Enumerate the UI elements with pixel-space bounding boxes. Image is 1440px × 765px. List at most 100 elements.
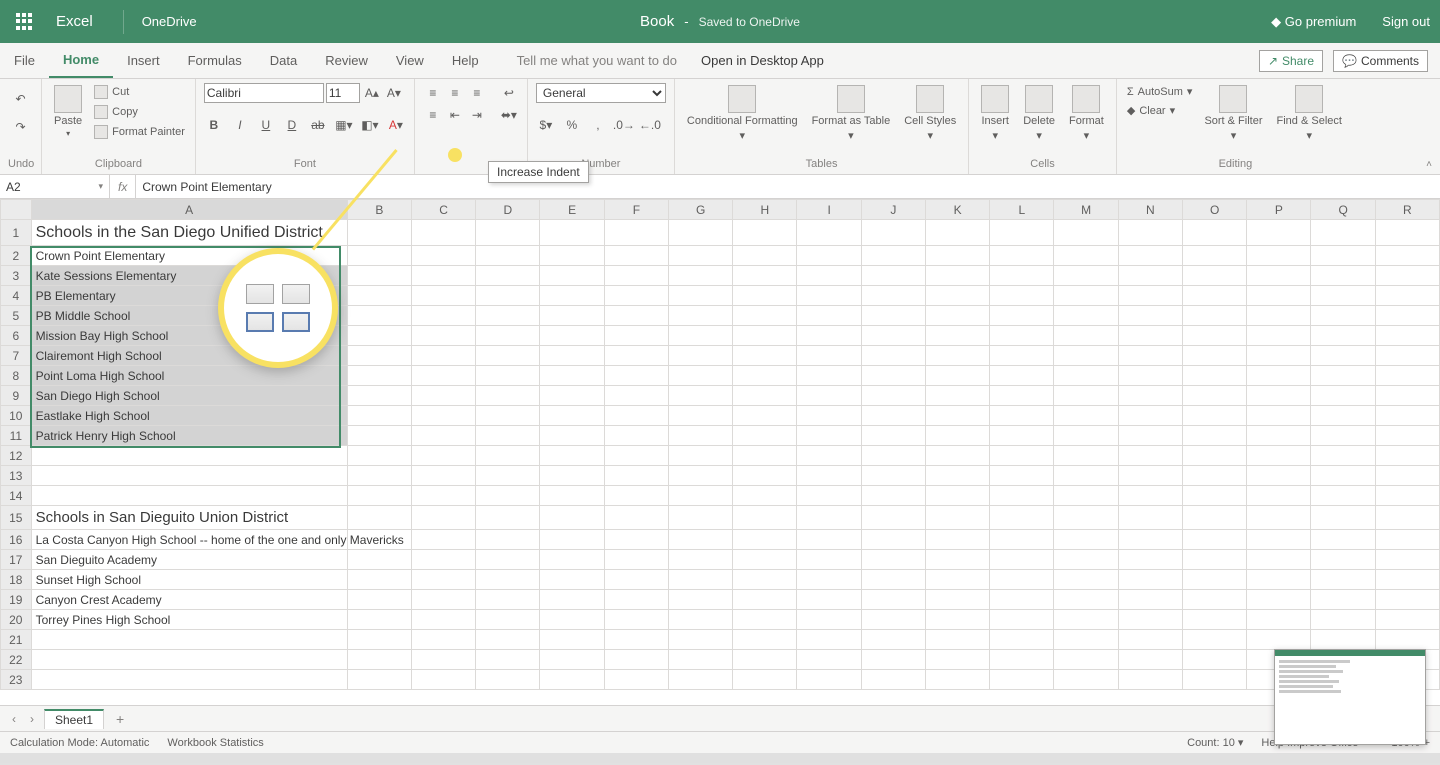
cell-F23[interactable] <box>604 670 668 690</box>
cell-Q21[interactable] <box>1311 630 1375 650</box>
cell-M20[interactable] <box>1054 610 1118 630</box>
cell-E3[interactable] <box>540 266 604 286</box>
cell-M17[interactable] <box>1054 550 1118 570</box>
cell-K6[interactable] <box>925 326 989 346</box>
cell-L5[interactable] <box>990 306 1054 326</box>
cell-K13[interactable] <box>925 466 989 486</box>
cell-K16[interactable] <box>925 530 989 550</box>
cell-J22[interactable] <box>861 650 925 670</box>
cell-N15[interactable] <box>1118 506 1182 530</box>
cell-O20[interactable] <box>1182 610 1246 630</box>
cell-H14[interactable] <box>733 486 797 506</box>
cell-F17[interactable] <box>604 550 668 570</box>
cell-B2[interactable] <box>347 246 411 266</box>
cell-H5[interactable] <box>733 306 797 326</box>
column-header-H[interactable]: H <box>733 200 797 220</box>
cell-J11[interactable] <box>861 426 925 446</box>
cell-R1[interactable] <box>1375 220 1439 246</box>
cell-O4[interactable] <box>1182 286 1246 306</box>
cell-G17[interactable] <box>668 550 732 570</box>
cell-D9[interactable] <box>476 386 540 406</box>
cell-P11[interactable] <box>1247 426 1311 446</box>
cell-D5[interactable] <box>476 306 540 326</box>
cell-B13[interactable] <box>347 466 411 486</box>
cell-Q18[interactable] <box>1311 570 1375 590</box>
sign-out-button[interactable]: Sign out <box>1382 14 1430 29</box>
cell-J23[interactable] <box>861 670 925 690</box>
cell-H7[interactable] <box>733 346 797 366</box>
cell-M5[interactable] <box>1054 306 1118 326</box>
cell-E19[interactable] <box>540 590 604 610</box>
cell-K21[interactable] <box>925 630 989 650</box>
add-sheet-button[interactable]: + <box>110 711 130 727</box>
select-all-corner[interactable] <box>1 200 32 220</box>
cell-D13[interactable] <box>476 466 540 486</box>
column-header-B[interactable]: B <box>347 200 411 220</box>
font-name-combo[interactable] <box>204 83 324 103</box>
cell-N17[interactable] <box>1118 550 1182 570</box>
cell-Q9[interactable] <box>1311 386 1375 406</box>
cell-M2[interactable] <box>1054 246 1118 266</box>
location-label[interactable]: OneDrive <box>123 10 197 34</box>
cell-P4[interactable] <box>1247 286 1311 306</box>
cell-E6[interactable] <box>540 326 604 346</box>
format-cells-button[interactable]: Format▾ <box>1065 83 1108 144</box>
menu-tab-formulas[interactable]: Formulas <box>174 43 256 78</box>
cell-P8[interactable] <box>1247 366 1311 386</box>
cell-L23[interactable] <box>990 670 1054 690</box>
cell-K14[interactable] <box>925 486 989 506</box>
cell-O13[interactable] <box>1182 466 1246 486</box>
cell-styles-button[interactable]: Cell Styles▾ <box>900 83 960 144</box>
cell-O23[interactable] <box>1182 670 1246 690</box>
cell-I23[interactable] <box>797 670 861 690</box>
cell-L6[interactable] <box>990 326 1054 346</box>
cell-M11[interactable] <box>1054 426 1118 446</box>
cell-L13[interactable] <box>990 466 1054 486</box>
cell-P16[interactable] <box>1247 530 1311 550</box>
comments-button[interactable]: 💬 Comments <box>1333 50 1428 72</box>
cell-K4[interactable] <box>925 286 989 306</box>
cell-K9[interactable] <box>925 386 989 406</box>
cell-D12[interactable] <box>476 446 540 466</box>
open-desktop-app[interactable]: Open in Desktop App <box>701 53 824 68</box>
cell-E17[interactable] <box>540 550 604 570</box>
row-header-16[interactable]: 16 <box>1 530 32 550</box>
cell-F20[interactable] <box>604 610 668 630</box>
cell-M4[interactable] <box>1054 286 1118 306</box>
cell-G2[interactable] <box>668 246 732 266</box>
cell-K12[interactable] <box>925 446 989 466</box>
cell-J10[interactable] <box>861 406 925 426</box>
app-launcher-icon[interactable] <box>10 7 40 37</box>
cell-M15[interactable] <box>1054 506 1118 530</box>
cell-E4[interactable] <box>540 286 604 306</box>
cell-L17[interactable] <box>990 550 1054 570</box>
share-button[interactable]: ↗ Share <box>1259 50 1323 72</box>
cell-J15[interactable] <box>861 506 925 530</box>
cell-E15[interactable] <box>540 506 604 530</box>
cell-D10[interactable] <box>476 406 540 426</box>
cell-M10[interactable] <box>1054 406 1118 426</box>
cell-A11[interactable]: Patrick Henry High School <box>31 426 347 446</box>
number-format-combo[interactable]: General <box>536 83 666 103</box>
cell-E8[interactable] <box>540 366 604 386</box>
row-header-12[interactable]: 12 <box>1 446 32 466</box>
cell-C13[interactable] <box>411 466 475 486</box>
cell-E5[interactable] <box>540 306 604 326</box>
row-header-4[interactable]: 4 <box>1 286 32 306</box>
cell-A15[interactable]: Schools in San Dieguito Union District <box>31 506 347 530</box>
cell-D17[interactable] <box>476 550 540 570</box>
cell-B10[interactable] <box>347 406 411 426</box>
cell-Q8[interactable] <box>1311 366 1375 386</box>
cell-J14[interactable] <box>861 486 925 506</box>
cell-F18[interactable] <box>604 570 668 590</box>
cell-E21[interactable] <box>540 630 604 650</box>
cell-O5[interactable] <box>1182 306 1246 326</box>
menu-tab-insert[interactable]: Insert <box>113 43 174 78</box>
cell-R5[interactable] <box>1375 306 1439 326</box>
row-header-14[interactable]: 14 <box>1 486 32 506</box>
cell-R8[interactable] <box>1375 366 1439 386</box>
cell-I2[interactable] <box>797 246 861 266</box>
cell-N23[interactable] <box>1118 670 1182 690</box>
cell-I18[interactable] <box>797 570 861 590</box>
cell-F14[interactable] <box>604 486 668 506</box>
